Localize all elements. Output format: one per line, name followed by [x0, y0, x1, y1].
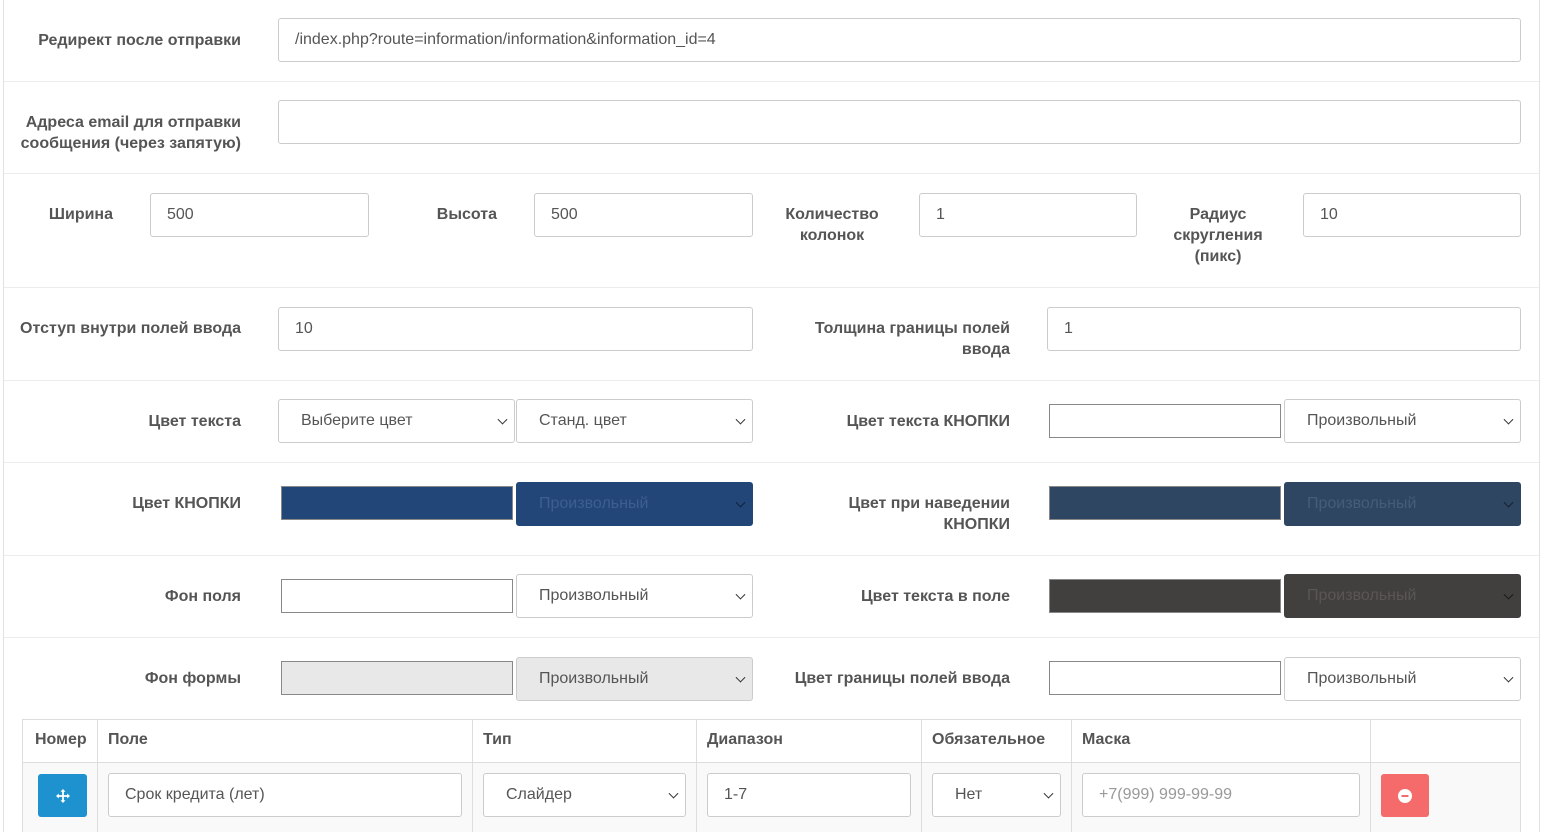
- button-hover-color-swatch[interactable]: [1049, 486, 1281, 520]
- border-width-input[interactable]: 1: [1047, 307, 1521, 351]
- column-header-required: Обязательное: [932, 731, 1046, 748]
- height-label: Высота: [436, 206, 497, 223]
- column-header-type: Тип: [483, 731, 512, 748]
- column-divider: [472, 720, 473, 832]
- field-border-color-select-value: Произвольный: [1307, 670, 1417, 687]
- chevron-down-icon: [735, 414, 746, 425]
- column-divider: [921, 720, 922, 832]
- field-bg-label: Фон поля: [164, 588, 241, 605]
- row-divider: [4, 81, 1539, 82]
- button-text-color-label: Цвет текста КНОПКИ: [846, 413, 1010, 430]
- chevron-down-icon: [735, 672, 746, 683]
- form-bg-select[interactable]: Произвольный: [516, 657, 753, 701]
- field-bg-swatch[interactable]: [281, 579, 513, 613]
- redirect-input[interactable]: /index.php?route=information/information…: [278, 18, 1521, 62]
- field-type-select-value: Слайдер: [506, 786, 572, 803]
- column-header-mask: Маска: [1082, 731, 1131, 748]
- field-bg-select-value: Произвольный: [539, 587, 649, 604]
- form-bg-label: Фон формы: [144, 670, 241, 687]
- columns-input[interactable]: 1: [919, 193, 1137, 237]
- row-divider: [4, 380, 1539, 381]
- form-bg-swatch[interactable]: [281, 661, 513, 695]
- column-divider: [696, 720, 697, 832]
- field-name-input[interactable]: Срок кредита (лет): [108, 773, 462, 817]
- button-color-swatch[interactable]: [281, 486, 513, 520]
- column-header-number: Номер: [35, 731, 87, 748]
- chevron-down-icon: [1503, 497, 1514, 508]
- button-color-select[interactable]: Произвольный: [516, 482, 753, 526]
- redirect-label: Редирект после отправки: [38, 32, 241, 49]
- button-text-color-swatch[interactable]: [1049, 404, 1281, 438]
- column-divider: [1370, 720, 1371, 832]
- radius-label: Радиус скругления (пикс): [1173, 206, 1263, 265]
- field-border-color-swatch[interactable]: [1049, 661, 1281, 695]
- minus-circle-icon: [1398, 788, 1412, 803]
- padding-label: Отступ внутри полей ввода: [20, 320, 241, 337]
- chevron-down-icon: [1503, 414, 1514, 425]
- row-divider: [4, 462, 1539, 463]
- row-divider: [4, 555, 1539, 556]
- chevron-down-icon: [497, 414, 508, 425]
- radius-input[interactable]: 10: [1303, 193, 1521, 237]
- text-color-select-value: Выберите цвет: [301, 412, 413, 429]
- field-type-select[interactable]: Слайдер: [483, 773, 686, 817]
- text-color-label: Цвет текста: [148, 413, 241, 430]
- move-icon: [55, 788, 70, 803]
- emails-input[interactable]: [278, 100, 1521, 144]
- button-color-label: Цвет КНОПКИ: [132, 495, 241, 512]
- text-color-select[interactable]: Выберите цвет: [278, 399, 515, 443]
- column-divider: [97, 720, 98, 832]
- chevron-down-icon: [1503, 672, 1514, 683]
- column-header-range: Диапазон: [707, 731, 783, 748]
- field-border-color-select[interactable]: Произвольный: [1284, 657, 1521, 701]
- field-text-color-label: Цвет текста в поле: [860, 588, 1010, 605]
- form-bg-select-value: Произвольный: [539, 670, 649, 687]
- padding-input[interactable]: 10: [278, 307, 753, 351]
- width-label: Ширина: [48, 206, 113, 223]
- button-text-color-select[interactable]: Произвольный: [1284, 399, 1521, 443]
- chevron-down-icon: [1043, 788, 1054, 799]
- button-hover-color-select-value: Произвольный: [1307, 495, 1417, 512]
- button-hover-color-select[interactable]: Произвольный: [1284, 482, 1521, 526]
- button-color-select-value: Произвольный: [539, 495, 649, 512]
- row-divider: [4, 173, 1539, 174]
- remove-row-button[interactable]: [1381, 774, 1429, 817]
- field-text-color-select-value: Произвольный: [1307, 587, 1417, 604]
- field-range-input[interactable]: 1-7: [707, 773, 911, 817]
- button-hover-color-label: Цвет при наведении КНОПКИ: [848, 495, 1010, 533]
- field-text-color-select[interactable]: Произвольный: [1284, 574, 1521, 618]
- chevron-down-icon: [735, 589, 746, 600]
- row-divider: [4, 637, 1539, 638]
- row-divider: [4, 287, 1539, 288]
- columns-label: Количество колонок: [785, 206, 879, 244]
- field-required-select[interactable]: Нет: [932, 773, 1061, 817]
- field-border-color-label: Цвет границы полей ввода: [794, 670, 1010, 687]
- text-color-mode-value: Станд. цвет: [539, 412, 627, 429]
- button-text-color-select-value: Произвольный: [1307, 412, 1417, 429]
- field-text-color-swatch[interactable]: [1049, 579, 1281, 613]
- height-input[interactable]: 500: [534, 193, 753, 237]
- field-bg-select[interactable]: Произвольный: [516, 574, 753, 618]
- border-width-label: Толщина границы полей ввода: [814, 320, 1010, 358]
- column-divider: [1071, 720, 1072, 832]
- chevron-down-icon: [668, 788, 679, 799]
- chevron-down-icon: [1503, 589, 1514, 600]
- chevron-down-icon: [735, 497, 746, 508]
- field-mask-input[interactable]: +7(999) 999-99-99: [1082, 773, 1360, 817]
- drag-handle-button[interactable]: [38, 774, 87, 817]
- column-header-field: Поле: [108, 731, 148, 748]
- emails-label: Адреса email для отправки сообщения (чер…: [20, 114, 241, 152]
- width-input[interactable]: 500: [150, 193, 369, 237]
- field-required-select-value: Нет: [955, 786, 983, 803]
- text-color-mode-select[interactable]: Станд. цвет: [516, 399, 753, 443]
